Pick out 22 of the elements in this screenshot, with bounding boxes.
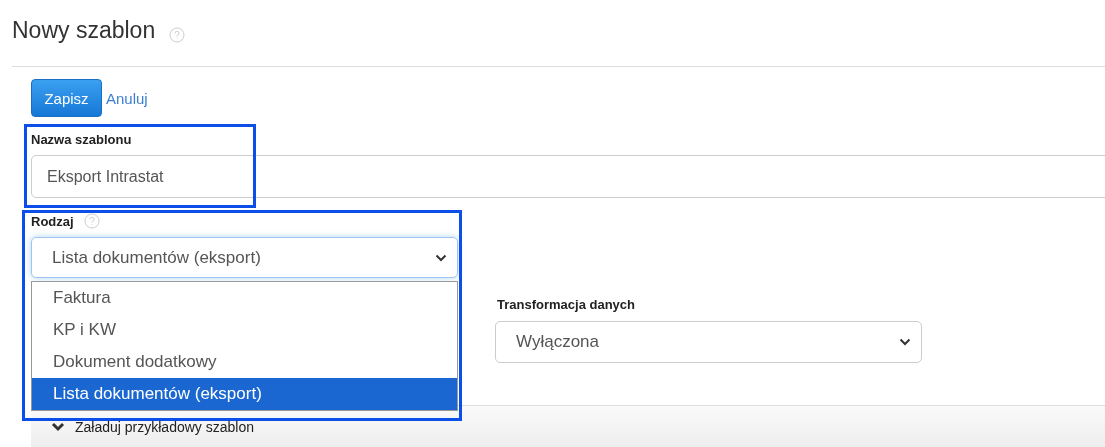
field-label: Transformacja danych xyxy=(497,297,636,312)
field-label: Rodzaj xyxy=(31,213,74,229)
chevron-down-icon xyxy=(435,253,447,262)
dropdown-option[interactable]: Faktura xyxy=(32,282,457,314)
chevron-down-icon xyxy=(899,338,911,346)
panel-label: Załaduj przykładowy szablon xyxy=(75,418,254,435)
field-label: Nazwa szablonu xyxy=(31,132,133,147)
help-icon[interactable] xyxy=(169,27,186,43)
select-field[interactable]: Lista dokumentów (eksport) xyxy=(31,237,458,278)
collapsible-panel[interactable]: Załaduj przykładowy szablon xyxy=(31,405,1105,447)
dropdown-option[interactable]: Lista dokumentów (eksport) xyxy=(32,378,457,410)
cancel-link[interactable]: Anuluj xyxy=(106,89,148,107)
help-icon[interactable] xyxy=(83,213,100,229)
page-title: Nowy szablon xyxy=(12,16,156,44)
select-value: Wyłączona xyxy=(516,332,599,352)
dropdown-option[interactable]: KP i KW xyxy=(32,314,457,346)
select-value: Lista dokumentów (eksport) xyxy=(52,247,261,268)
dropdown-option[interactable]: Dokument dodatkowy xyxy=(32,346,457,378)
input-field[interactable]: Eksport Intrastat xyxy=(31,155,1105,198)
select-field[interactable]: Wyłączona xyxy=(495,321,922,363)
save-button[interactable]: Zapisz xyxy=(31,79,102,117)
chevron-down-icon xyxy=(51,421,65,432)
